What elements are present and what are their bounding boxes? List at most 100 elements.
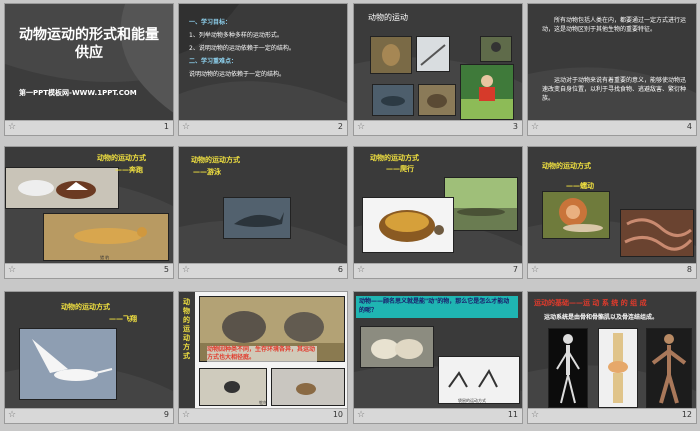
- star-icon: ☆: [182, 265, 191, 275]
- star-icon: ☆: [531, 122, 540, 132]
- slide-subtitle: ——游泳: [193, 168, 221, 176]
- paragraph: 运动对于动物来说有着重要的意义，能够使动物迅速改变自身位置，以利于寻找食物、逃避…: [542, 77, 687, 102]
- slide-footer: ☆ 4: [528, 120, 696, 135]
- slide-thumbnail-8[interactable]: 动物的运动方式 ——蠕动 ☆ 8: [527, 146, 697, 279]
- photo-muscle-man: [646, 328, 692, 408]
- star-icon: ☆: [531, 410, 540, 420]
- photo-caption: 鸵鸟: [259, 400, 267, 405]
- photo-runner: [480, 36, 512, 62]
- star-icon: ☆: [8, 265, 17, 275]
- slide-thumbnail-9[interactable]: 动物的运动方式 ——飞翔 ☆ 9: [4, 291, 174, 424]
- heading-rest: ——运 动 系 统 的 组 成: [569, 299, 647, 307]
- note-text: 动物因种类不同，生存环境各异，其运动方式也大相径庭。: [207, 346, 317, 362]
- slide-footer: ☆ 3: [354, 120, 522, 135]
- slide-subtitle: ——爬行: [386, 165, 414, 173]
- slide-title: 动物的运动方式: [97, 154, 146, 162]
- slide-footer: ☆ 12: [528, 408, 696, 423]
- slide-thumbnail-3[interactable]: 动物的运动 ☆ 3: [353, 3, 523, 136]
- slide-number: 4: [686, 122, 692, 131]
- slide-footer: ☆ 9: [5, 408, 173, 423]
- photo-knee-joint: [598, 328, 638, 408]
- photo-athlete: [460, 64, 514, 120]
- section-heading: 二、学习重难点：: [189, 58, 238, 65]
- star-icon: ☆: [8, 122, 17, 132]
- section-heading: 一、学习目标：: [189, 19, 232, 26]
- slide-number: 12: [681, 410, 692, 419]
- slide-subtitle: ——奔跑: [115, 166, 143, 174]
- photo-ostrich: [199, 368, 267, 406]
- slide-title: 动物运动的形式和能量供应: [19, 27, 159, 61]
- photo-earthworms: [620, 209, 694, 257]
- slide-number: 2: [337, 122, 343, 131]
- slide-number: 7: [512, 265, 518, 274]
- slide-footer: ☆ 2: [179, 120, 347, 135]
- star-icon: ☆: [182, 410, 191, 420]
- slide-number: 6: [337, 265, 343, 274]
- slide-number: 8: [686, 265, 692, 274]
- photo-polar-bears: [360, 326, 434, 368]
- list-item: 1、列举动物多种多样的运动形式。: [189, 32, 283, 39]
- slide-title: 动物的运动方式: [61, 303, 110, 311]
- slide-side-title: 动物的运动方式: [183, 298, 190, 360]
- slide-number: 3: [512, 122, 518, 131]
- slide-footer: ☆ 8: [528, 263, 696, 278]
- slide-footer: ☆ 7: [354, 263, 522, 278]
- photo-caption: 袋鼠的运动方式: [458, 398, 486, 403]
- slide-thumbnail-10[interactable]: 动物的运动方式 动物因种类不同，生存环境各异，其运动方式也大相径庭。 鸵鸟 ☆ …: [178, 291, 348, 424]
- slide-thumbnail-5[interactable]: 动物的运动方式 ——奔跑 猎 豹 ☆ 5: [4, 146, 174, 279]
- question-box: 动物——顾名思义就是能"动"的物，那么它是怎么才能动的呢？: [356, 296, 518, 318]
- slide-number: 11: [507, 410, 518, 419]
- list-item: 说明动物的运动依赖于一定的结构。: [189, 71, 286, 78]
- slide-subtitle: 运动系统是由骨和骨骼肌以及骨连结组成。: [544, 314, 659, 321]
- photo-skiing: [416, 36, 450, 72]
- photo-skeleton: [548, 328, 588, 408]
- list-item: 2、说明动物的运动依赖于一定的结构。: [189, 45, 295, 52]
- slide-thumbnail-4[interactable]: 所有动物包括人类在内，都要通过一定方式进行运动，这是动物区别于其他生物的重要特征…: [527, 3, 697, 136]
- slide-footer: ☆ 6: [179, 263, 347, 278]
- photo-swan-flying: [19, 328, 117, 400]
- photo-fish: [372, 84, 414, 116]
- photo-tortoise: [362, 197, 454, 253]
- slide-title: 动物的运动方式: [191, 156, 240, 164]
- slide-footer: ☆ 10: [179, 408, 347, 423]
- photo-deer: [271, 368, 345, 406]
- slide-number: 9: [163, 410, 169, 419]
- slide-title: 动物的运动方式: [370, 154, 419, 162]
- slide-title: 动物的运动: [368, 13, 408, 22]
- slide-thumbnail-2[interactable]: 一、学习目标： 1、列举动物多种多样的运动形式。 2、说明动物的运动依赖于一定的…: [178, 3, 348, 136]
- star-icon: ☆: [531, 265, 540, 275]
- paragraph: 所有动物包括人类在内，都要通过一定方式进行运动，这是动物区别于其他生物的重要特征…: [542, 17, 687, 33]
- photo-animal: [418, 84, 456, 116]
- slide-number: 5: [163, 265, 169, 274]
- slide-thumbnail-12[interactable]: 运动的基础——运 动 系 统 的 组 成 运动系统是由骨和骨骼肌以及骨连结组成。: [527, 291, 697, 424]
- slide-thumbnail-7[interactable]: 动物的运动方式 ——爬行 ☆ 7: [353, 146, 523, 279]
- slide-heading: 运动的基础——运 动 系 统 的 组 成: [534, 298, 647, 308]
- star-icon: ☆: [8, 410, 17, 420]
- slide-number: 1: [163, 122, 169, 131]
- slide-thumbnail-1[interactable]: 动物运动的形式和能量供应 第一PPT模板网-WWW.1PPT.COM ☆ 1: [4, 3, 174, 136]
- photo-kangaroo-diagram: [438, 356, 520, 404]
- star-icon: ☆: [357, 265, 366, 275]
- objectives-list: 一、学习目标： 1、列举动物多种多样的运动形式。 2、说明动物的运动依赖于一定的…: [179, 4, 347, 121]
- slide-subtitle: ——蠕动: [566, 182, 594, 190]
- photo-caption: 猎 豹: [100, 255, 110, 260]
- slide-sorter-grid: 动物运动的形式和能量供应 第一PPT模板网-WWW.1PPT.COM ☆ 1 一…: [0, 0, 700, 431]
- slide-title: 动物的运动方式: [542, 162, 591, 170]
- slide-subtitle: ——飞翔: [109, 315, 137, 323]
- photo-horses-running: [5, 167, 119, 209]
- slide-thumbnail-11[interactable]: 动物——顾名思义就是能"动"的物，那么它是怎么才能动的呢？ 袋鼠的运动方式 ☆ …: [353, 291, 523, 424]
- photo-kangaroo: [370, 36, 412, 74]
- photo-cheetah: [43, 213, 169, 261]
- slide-footer: ☆ 1: [5, 120, 173, 135]
- heading-highlight: 运动的基础: [534, 299, 569, 307]
- slide-subtitle: 第一PPT模板网-WWW.1PPT.COM: [19, 89, 137, 97]
- photo-dolphin: [223, 197, 291, 239]
- star-icon: ☆: [357, 410, 366, 420]
- slide-footer: ☆ 11: [354, 408, 522, 423]
- photo-snail: [542, 191, 610, 239]
- slide-thumbnail-6[interactable]: 动物的运动方式 ——游泳 ☆ 6: [178, 146, 348, 279]
- slide-number: 10: [332, 410, 343, 419]
- star-icon: ☆: [357, 122, 366, 132]
- slide-footer: ☆ 5: [5, 263, 173, 278]
- star-icon: ☆: [182, 122, 191, 132]
